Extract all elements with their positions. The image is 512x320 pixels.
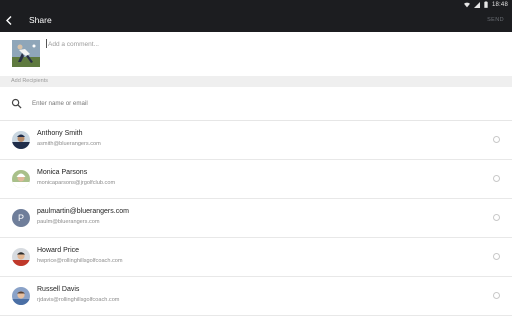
- recipient-name: Howard Price: [37, 247, 80, 254]
- avatar: [12, 248, 30, 266]
- search-row: [0, 87, 512, 121]
- recipient-row[interactable]: P paulmartin@bluerangers.com paulm@bluer…: [0, 199, 512, 238]
- select-radio[interactable]: [493, 253, 500, 260]
- compose-area: [0, 32, 512, 75]
- signal-icon: [473, 1, 480, 8]
- recipient-name: Monica Parsons: [37, 169, 88, 176]
- avatar: [12, 131, 30, 149]
- avatar: [12, 287, 30, 305]
- recipient-email: asmith@bluerangers.com: [37, 141, 101, 147]
- status-bar: 18:48: [0, 0, 512, 9]
- back-button[interactable]: [0, 9, 18, 32]
- battery-icon: [484, 1, 488, 8]
- recipient-email: paulm@bluerangers.com: [37, 219, 100, 225]
- recipient-name: Anthony Smith: [37, 130, 83, 137]
- page-title: Share: [29, 15, 52, 25]
- avatar: P: [12, 209, 30, 227]
- recipient-email: hwprice@rollinghillsgolfcoach.com: [37, 258, 123, 264]
- recipient-email: rjdavis@rollinghillsgolfcoach.com: [37, 297, 120, 303]
- select-radio[interactable]: [493, 175, 500, 182]
- recipient-email: monicaparsons@jrgolfclub.com: [37, 180, 116, 186]
- send-button[interactable]: SEND: [487, 9, 504, 32]
- recipient-row[interactable]: Russell Davis rjdavis@rollinghillsgolfco…: [0, 277, 512, 316]
- select-radio[interactable]: [493, 292, 500, 299]
- avatar: [12, 170, 30, 188]
- recipient-list: Anthony Smith asmith@bluerangers.com Mon…: [0, 121, 512, 316]
- wifi-icon: [463, 2, 470, 7]
- select-radio[interactable]: [493, 136, 500, 143]
- comment-input[interactable]: [46, 38, 488, 50]
- recipient-name: Russell Davis: [37, 286, 80, 293]
- recipient-search-input[interactable]: [32, 97, 472, 109]
- status-icons: 18:48: [463, 0, 508, 9]
- status-time: 18:48: [491, 1, 508, 8]
- search-icon: [11, 98, 22, 109]
- select-radio[interactable]: [493, 214, 500, 221]
- recipient-row[interactable]: Anthony Smith asmith@bluerangers.com: [0, 121, 512, 160]
- recipient-row[interactable]: Howard Price hwprice@rollinghillsgolfcoa…: [0, 238, 512, 277]
- recipient-row[interactable]: Monica Parsons monicaparsons@jrgolfclub.…: [0, 160, 512, 199]
- shared-photo-thumbnail: [12, 40, 40, 67]
- recipient-name: paulmartin@bluerangers.com: [37, 208, 129, 215]
- back-arrow-icon: [6, 16, 12, 25]
- section-header: Add Recipients: [0, 76, 512, 87]
- app-bar: Share SEND: [0, 9, 512, 32]
- section-header-label: Add Recipients: [11, 78, 48, 84]
